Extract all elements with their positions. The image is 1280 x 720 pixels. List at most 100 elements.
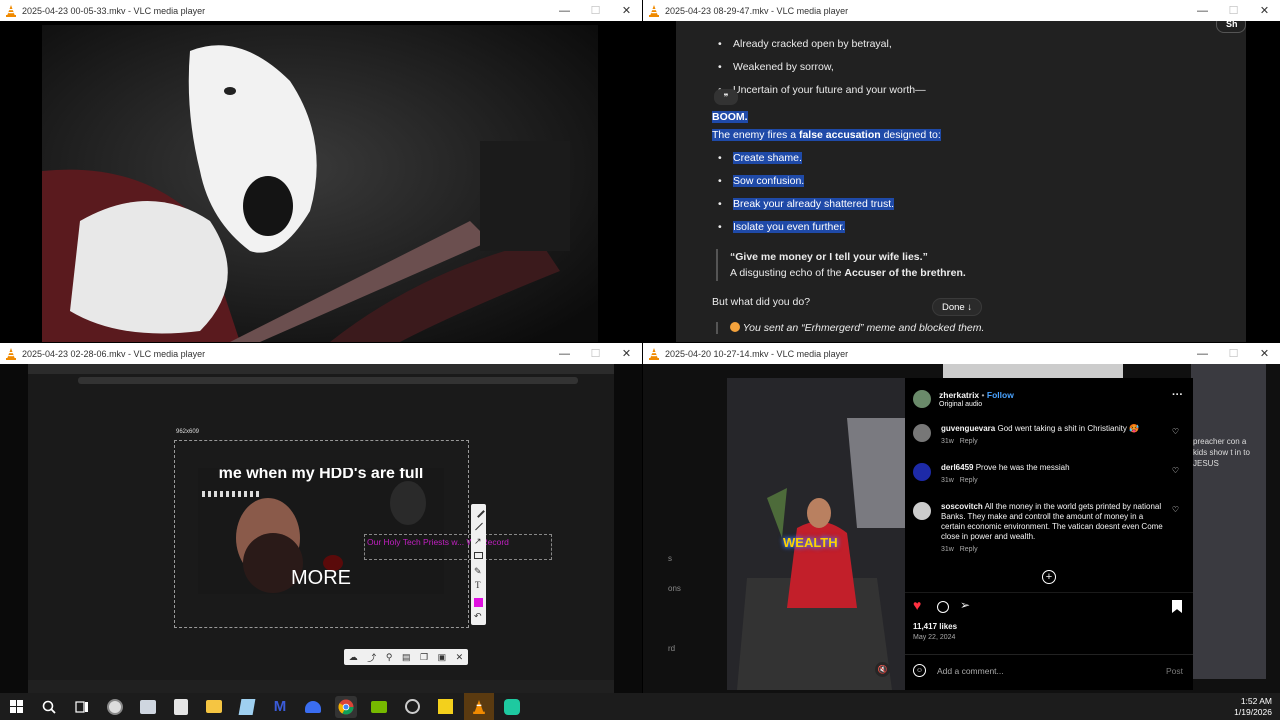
list-item: Already cracked open by betrayal, <box>718 38 892 50</box>
minimize-button[interactable]: — <box>1187 343 1218 364</box>
app-icon-4[interactable] <box>236 696 258 718</box>
app-icon-9[interactable] <box>401 696 423 718</box>
upload-icon[interactable]: ☁ <box>349 652 358 663</box>
more-options-icon[interactable]: ··· <box>1172 389 1183 401</box>
text-tool-icon[interactable]: T <box>475 580 481 590</box>
send-icon[interactable]: ➢ <box>960 598 970 612</box>
annotation-toolbar: ↗ ✎ T ↶ <box>471 504 486 625</box>
vlc-window-1[interactable]: 2025-04-23 00-05-33.mkv - VLC media play… <box>0 0 642 342</box>
share-button[interactable]: Sh <box>1216 21 1246 33</box>
bookmark-icon[interactable] <box>1172 600 1182 613</box>
done-button[interactable]: Done ↓ <box>932 298 982 316</box>
title-bar[interactable]: 2025-04-20 10-27-14.mkv - VLC media play… <box>643 343 1280 364</box>
reel-video[interactable]: WEALTH 🔇 <box>727 378 905 690</box>
question-text: But what did you do? <box>712 296 811 308</box>
title-bar[interactable]: 2025-04-23 02-28-06.mkv - VLC media play… <box>0 343 642 364</box>
list-item: Break your already shattered trust. <box>718 198 895 210</box>
nvidia-icon[interactable] <box>368 696 390 718</box>
comment-icon[interactable] <box>937 601 949 613</box>
follow-button[interactable]: Follow <box>987 390 1014 400</box>
video-frame[interactable]: 962x609 me when my HDD's are full MORE O… <box>0 364 642 693</box>
heart-icon[interactable]: ♡ <box>1172 505 1179 514</box>
pen-icon[interactable] <box>472 505 485 518</box>
app-icon-2[interactable] <box>137 696 159 718</box>
rectangle-icon[interactable] <box>474 552 483 559</box>
video-frame[interactable] <box>0 21 642 342</box>
sticky-notes-icon[interactable] <box>434 696 456 718</box>
heart-icon[interactable]: ♡ <box>1172 466 1179 475</box>
heart-icon[interactable]: ♡ <box>1172 427 1179 436</box>
close-button[interactable]: ✕ <box>1249 0 1280 21</box>
copy-icon[interactable]: ❐ <box>420 652 428 663</box>
audio-label[interactable]: Original audio <box>939 401 982 408</box>
maximize-button[interactable]: ☐ <box>1218 343 1249 364</box>
app-icon-6[interactable] <box>302 696 324 718</box>
marker-icon[interactable]: ✎ <box>474 566 482 577</box>
task-view-icon[interactable] <box>71 696 93 718</box>
close-icon[interactable]: ✕ <box>456 652 464 663</box>
system-clock[interactable]: 1:52 AM 1/19/2026 <box>1234 696 1272 718</box>
maximize-button[interactable]: ☐ <box>580 0 611 21</box>
post-button[interactable]: Post <box>1166 666 1183 676</box>
overlay-text-box[interactable]: Our Holy Tech Priests w... We Record <box>364 534 552 560</box>
load-more-icon[interactable]: + <box>1042 570 1056 584</box>
comment-input[interactable]: Add a comment... <box>937 666 1004 676</box>
close-button[interactable]: ✕ <box>1249 343 1280 364</box>
like-heart-icon[interactable]: ♥ <box>913 597 921 613</box>
maximize-button[interactable]: ☐ <box>1218 0 1249 21</box>
file-explorer-icon[interactable] <box>203 696 225 718</box>
minimize-button[interactable]: — <box>1187 0 1218 21</box>
screen-taskbar <box>28 680 614 693</box>
maximize-button[interactable]: ☐ <box>580 343 611 364</box>
likes-count[interactable]: 11,417 likes <box>913 622 957 631</box>
reply-button[interactable]: Reply <box>960 477 978 484</box>
minimize-button[interactable]: — <box>549 0 580 21</box>
blockquote: “Give me money or I tell your wife lies.… <box>716 249 966 281</box>
boom-text: BOOM. <box>712 111 748 123</box>
mute-icon[interactable]: 🔇 <box>875 662 890 677</box>
search-icon[interactable] <box>38 696 60 718</box>
windows-start-icon[interactable] <box>5 696 27 718</box>
app-icon-11[interactable] <box>501 696 523 718</box>
arrow-icon[interactable]: ↗ <box>474 536 482 547</box>
search-icon[interactable]: ⚲ <box>386 652 393 663</box>
close-button[interactable]: ✕ <box>611 0 642 21</box>
emoji-icon[interactable]: ☺ <box>913 664 926 677</box>
dims-label: 962x609 <box>176 429 200 435</box>
vlc-window-3[interactable]: 2025-04-23 02-28-06.mkv - VLC media play… <box>0 343 642 693</box>
save-icon[interactable]: ▣ <box>438 652 447 663</box>
print-icon[interactable]: ▤ <box>402 652 411 663</box>
avatar[interactable] <box>913 463 931 481</box>
video-frame[interactable]: Sh Already cracked open by betrayal, Wea… <box>643 21 1280 342</box>
reply-button[interactable]: Reply <box>960 546 978 553</box>
avatar[interactable] <box>913 424 931 442</box>
video-frame[interactable]: preacher con a kids show t in to JESUS s… <box>643 364 1280 693</box>
app-icon-m[interactable]: M <box>269 696 291 718</box>
username[interactable]: zherkatrix <box>939 390 979 400</box>
browser-tabs <box>28 364 614 374</box>
list-item: Isolate you even further. <box>718 221 846 233</box>
vlc-window-2[interactable]: 2025-04-23 08-29-47.mkv - VLC media play… <box>643 0 1280 342</box>
app-icon-1[interactable] <box>104 696 126 718</box>
chrome-icon[interactable] <box>335 695 357 718</box>
clock-date: 1/19/2026 <box>1234 707 1272 717</box>
bg-right-text: preacher con a kids show t in to JESUS <box>1193 437 1250 468</box>
app-icon-3[interactable] <box>170 696 192 718</box>
minimize-button[interactable]: — <box>549 343 580 364</box>
reply-button[interactable]: Reply <box>960 438 978 445</box>
title-bar[interactable]: 2025-04-23 08-29-47.mkv - VLC media play… <box>643 0 1280 21</box>
color-swatch[interactable] <box>474 598 483 607</box>
undo-icon[interactable]: ↶ <box>474 611 482 622</box>
share-icon[interactable]: ⤴ <box>367 651 376 664</box>
clock-time: 1:52 AM <box>1240 696 1272 706</box>
vlc-window-4[interactable]: 2025-04-20 10-27-14.mkv - VLC media play… <box>643 343 1280 693</box>
vlc-taskbar-icon[interactable] <box>463 693 494 720</box>
line-icon[interactable] <box>475 522 483 531</box>
quote-button[interactable]: ❞ <box>714 89 738 105</box>
close-button[interactable]: ✕ <box>611 343 642 364</box>
title-bar[interactable]: 2025-04-23 00-05-33.mkv - VLC media play… <box>0 0 642 21</box>
avatar[interactable] <box>913 502 931 520</box>
window-title: 2025-04-23 00-05-33.mkv - VLC media play… <box>22 5 206 16</box>
avatar[interactable] <box>913 390 931 408</box>
list-item: Create shame. <box>718 152 802 164</box>
